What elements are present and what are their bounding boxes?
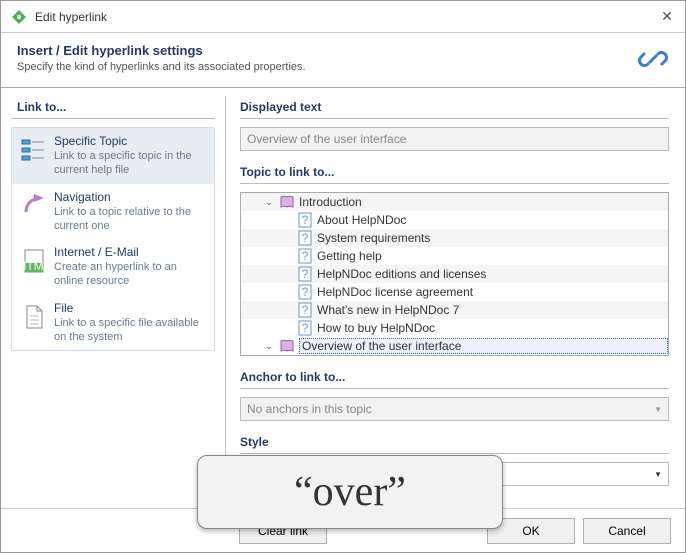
- tree-node-child[interactable]: ? HelpNDoc license agreement: [241, 283, 668, 301]
- svg-text:?: ?: [302, 267, 309, 281]
- chevron-down-icon: ▼: [654, 470, 662, 479]
- style-label: Style: [240, 435, 669, 449]
- help-topic-icon: ?: [297, 230, 313, 246]
- sidebar-list: Specific Topic Link to a specific topic …: [11, 127, 215, 351]
- header-title: Insert / Edit hyperlink settings: [17, 43, 637, 58]
- topic-list-icon: [20, 136, 48, 164]
- sidebar-item-desc: Link to a specific topic in the current …: [54, 149, 206, 178]
- sidebar-item-desc: Link to a specific file available on the…: [54, 316, 206, 345]
- help-topic-icon: ?: [297, 320, 313, 336]
- window-title: Edit hyperlink: [35, 10, 659, 24]
- sidebar-item-internet[interactable]: HTML Internet / E-Mail Create an hyperli…: [12, 239, 214, 295]
- sidebar-item-label: File: [54, 301, 206, 315]
- tree-node-child[interactable]: ? HelpNDoc editions and licenses: [241, 265, 668, 283]
- help-topic-icon: ?: [297, 248, 313, 264]
- sidebar-item-desc: Create an hyperlink to an online resourc…: [54, 260, 206, 289]
- tree-node-root[interactable]: ⌄ Introduction: [241, 193, 668, 211]
- tree-node-selected[interactable]: ⌄ Overview of the user interface: [241, 337, 668, 355]
- app-icon: [11, 9, 27, 25]
- file-icon: [20, 303, 48, 331]
- tree-node-label: About HelpNDoc: [317, 213, 668, 227]
- anchor-label: Anchor to link to...: [240, 370, 669, 384]
- anchor-dropdown[interactable]: No anchors in this topic ▼: [240, 397, 669, 421]
- svg-text:HTML: HTML: [20, 259, 48, 273]
- tree-node-label: System requirements: [317, 231, 668, 245]
- tree-node-label: Introduction: [299, 195, 668, 209]
- sidebar-item-label: Internet / E-Mail: [54, 245, 206, 259]
- help-topic-icon: ?: [297, 284, 313, 300]
- tree-node-child[interactable]: ? Getting help: [241, 247, 668, 265]
- topic-tree[interactable]: ⌄ Introduction ? About HelpNDoc ? System r…: [240, 192, 669, 356]
- content-panel: Displayed text Overview of the user inte…: [226, 88, 685, 507]
- svg-text:?: ?: [302, 231, 309, 245]
- tree-node-child[interactable]: ? What's new in HelpNDoc 7: [241, 301, 668, 319]
- svg-text:?: ?: [302, 303, 309, 317]
- tree-node-label: HelpNDoc license agreement: [317, 285, 668, 299]
- tree-node-label: Overview of the user interface: [299, 338, 668, 354]
- html-file-icon: HTML: [20, 247, 48, 275]
- header-subtitle: Specify the kind of hyperlinks and its a…: [17, 61, 637, 73]
- help-topic-icon: ?: [297, 212, 313, 228]
- tree-node-label: What's new in HelpNDoc 7: [317, 303, 668, 317]
- help-topic-icon: ?: [297, 302, 313, 318]
- sidebar-item-navigation[interactable]: Navigation Link to a topic relative to t…: [12, 184, 214, 240]
- tree-node-label: HelpNDoc editions and licenses: [317, 267, 668, 281]
- sidebar: Link to... Specific Topic Link to a spec…: [1, 88, 225, 507]
- sidebar-item-file[interactable]: File Link to a specific file available o…: [12, 295, 214, 351]
- chevron-down-icon[interactable]: ⌄: [259, 197, 279, 208]
- sidebar-heading: Link to...: [17, 100, 215, 114]
- tree-node-child[interactable]: ? About HelpNDoc: [241, 211, 668, 229]
- tree-node-child[interactable]: ? How to buy HelpNDoc: [241, 319, 668, 337]
- sidebar-item-label: Navigation: [54, 190, 206, 204]
- navigation-arrow-icon: [20, 192, 48, 220]
- header-panel: Insert / Edit hyperlink settings Specify…: [1, 33, 685, 88]
- svg-text:?: ?: [302, 249, 309, 263]
- chevron-down-icon[interactable]: ⌄: [259, 341, 279, 352]
- sidebar-item-desc: Link to a topic relative to the current …: [54, 205, 206, 234]
- svg-text:?: ?: [302, 285, 309, 299]
- book-icon: [279, 194, 295, 210]
- title-bar: Edit hyperlink ✕: [1, 1, 685, 33]
- displayed-text-input: Overview of the user interface: [240, 127, 669, 151]
- svg-text:?: ?: [302, 213, 309, 227]
- link-icon: [637, 43, 669, 75]
- svg-text:?: ?: [302, 321, 309, 335]
- sidebar-item-label: Specific Topic: [54, 134, 206, 148]
- dropdown-value: No anchors in this topic: [247, 402, 654, 416]
- sidebar-item-specific-topic[interactable]: Specific Topic Link to a specific topic …: [12, 128, 214, 184]
- cancel-button[interactable]: Cancel: [583, 518, 671, 544]
- displayed-text-label: Displayed text: [240, 100, 669, 114]
- topic-link-label: Topic to link to...: [240, 165, 669, 179]
- chevron-down-icon: ▼: [654, 405, 662, 414]
- tree-node-label: Getting help: [317, 249, 668, 263]
- tree-node-child[interactable]: ? System requirements: [241, 229, 668, 247]
- help-topic-icon: ?: [297, 266, 313, 282]
- tree-node-label: How to buy HelpNDoc: [317, 321, 668, 335]
- overlay-callout: “over”: [197, 455, 503, 529]
- close-icon[interactable]: ✕: [659, 8, 675, 25]
- book-icon: [279, 338, 295, 354]
